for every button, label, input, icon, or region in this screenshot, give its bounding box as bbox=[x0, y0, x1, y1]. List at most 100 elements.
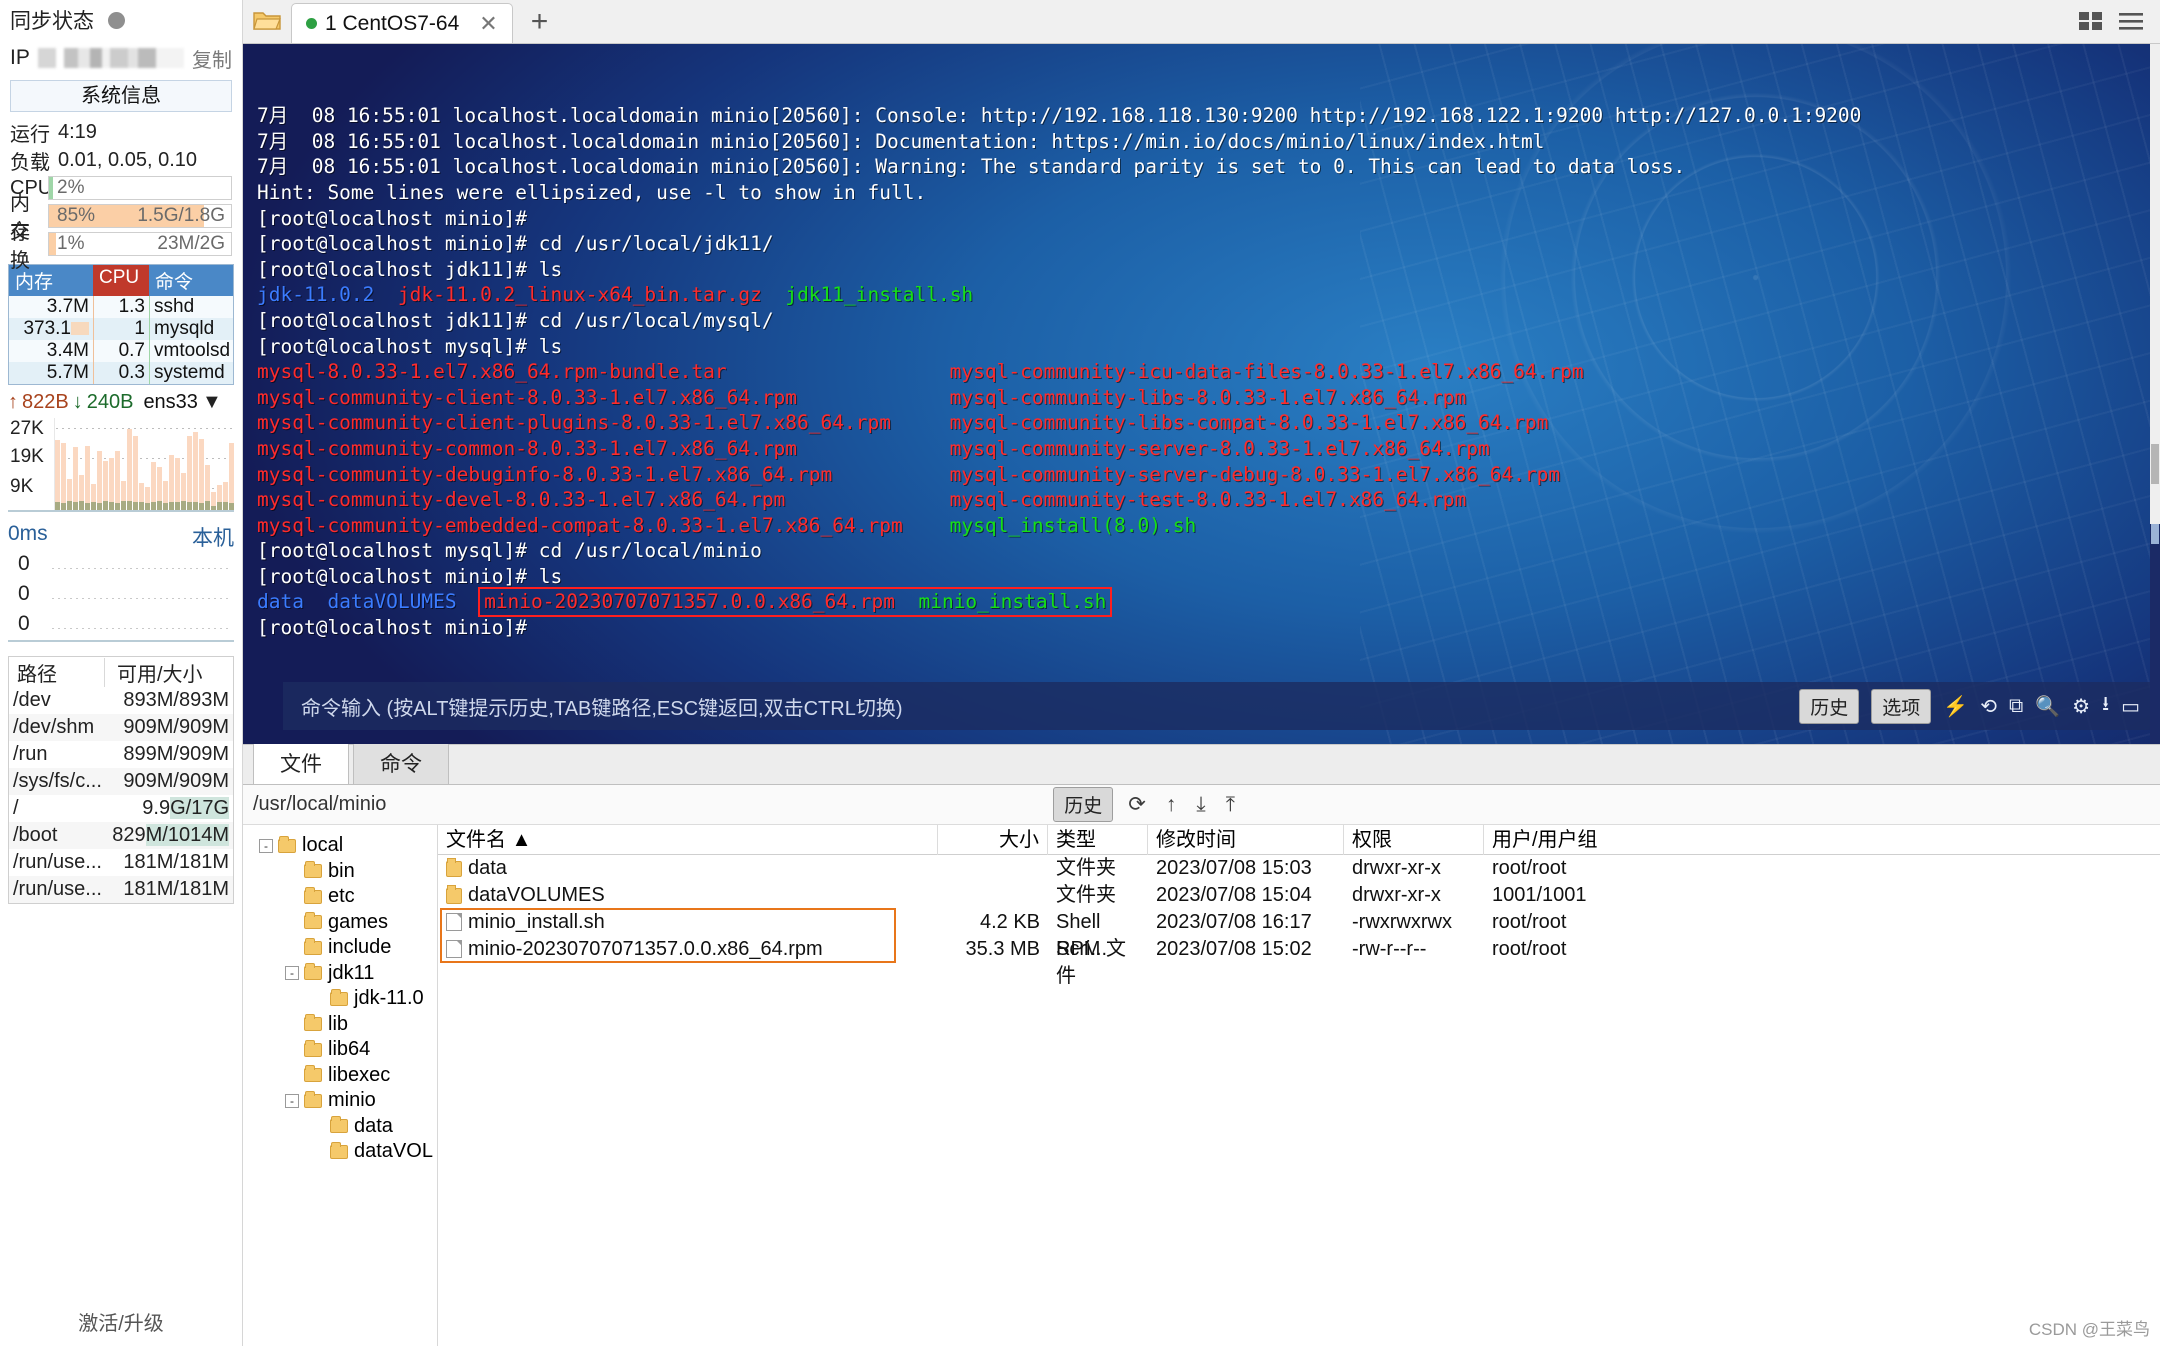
disk-col-size[interactable]: 可用/大小 bbox=[105, 658, 233, 687]
download-icon[interactable]: ⭳ bbox=[2102, 689, 2109, 723]
menu-icon[interactable] bbox=[2118, 10, 2144, 37]
command-input-bar[interactable]: 命令输入 (按ALT键提示历史,TAB键路径,ESC键返回,双击CTRL切换) … bbox=[283, 682, 2150, 730]
tree-toggle-icon[interactable]: - bbox=[285, 966, 299, 981]
history-button[interactable]: 历史 bbox=[1799, 688, 1860, 724]
lightning-icon[interactable]: ⚡ bbox=[1943, 694, 1968, 719]
folder-icon bbox=[304, 1090, 322, 1108]
file-size: 4.2 KB bbox=[979, 911, 1040, 933]
file-row[interactable]: dataVOLUMES 文件夹 2023/07/08 15:04 drwxr-xr-x… bbox=[438, 882, 2160, 909]
close-icon[interactable]: ✕ bbox=[479, 11, 497, 37]
tree-node-jdk-11.0[interactable]: jdk-11.0 bbox=[249, 986, 437, 1012]
grid-view-icon[interactable] bbox=[2078, 10, 2104, 37]
current-path[interactable]: /usr/local/minio bbox=[253, 793, 386, 816]
disk-row[interactable]: /sys/fs/c... 909M/909M bbox=[9, 768, 233, 795]
terminal-line: mysql-community-embedded-compat-8.0.33-1… bbox=[257, 513, 2160, 539]
file-owner: 1001/1001 bbox=[1492, 884, 1587, 906]
file-row[interactable]: data 文件夹 2023/07/08 15:03 drwxr-xr-x root/ro… bbox=[438, 855, 2160, 882]
disk-row[interactable]: /boot 829M/1014M bbox=[9, 822, 233, 849]
system-info-button[interactable]: 系统信息 bbox=[10, 80, 232, 112]
disk-table-header: 路径 可用/大小 bbox=[9, 657, 233, 687]
process-col-cmd[interactable]: 命令 bbox=[149, 265, 233, 296]
tree-toggle-icon[interactable]: - bbox=[285, 1093, 299, 1108]
col-header-filename[interactable]: 文件名 ▲ bbox=[438, 824, 938, 855]
chevron-down-icon[interactable]: ▼ bbox=[202, 391, 222, 414]
tab-files[interactable]: 文件 bbox=[253, 741, 349, 784]
process-row[interactable]: 5.7M 0.3 systemd bbox=[9, 362, 233, 384]
disk-row[interactable]: /run/use... 181M/181M bbox=[9, 876, 233, 903]
process-table: 内存 CPU 命令 3.7M 1.3 sshd 373.1 1 mysqld 3.4M 0.7… bbox=[8, 264, 234, 385]
new-tab-button[interactable]: + bbox=[513, 5, 567, 43]
process-cmd: mysqld bbox=[149, 318, 233, 340]
terminal-text: [root@localhost mysql]# ls bbox=[257, 334, 563, 358]
col-header-owner[interactable]: 用户/用户组 bbox=[1484, 825, 2160, 855]
col-header-permissions[interactable]: 权限 bbox=[1344, 824, 1484, 855]
tree-toggle-icon[interactable]: - bbox=[259, 838, 273, 853]
sync-icon[interactable]: ⟲ bbox=[1980, 694, 1997, 719]
tree-node-include[interactable]: include bbox=[249, 935, 437, 961]
disk-size: 893M/893M bbox=[123, 689, 229, 711]
file-row[interactable]: minio_install.sh 4.2 KB Shell Scri... 2023/… bbox=[438, 909, 2160, 960]
terminal-line: [root@localhost minio]# bbox=[257, 206, 2160, 232]
terminal-panel: 7月 08 16:55:01 localhost.localdomain min… bbox=[243, 44, 2160, 744]
disk-row[interactable]: / 9.9G/17G bbox=[9, 795, 233, 822]
col-header-mtime[interactable]: 修改时间 bbox=[1148, 824, 1344, 855]
tree-node-dataVOL[interactable]: dataVOL bbox=[249, 1139, 437, 1165]
file-mtime: 2023/07/08 15:04 bbox=[1156, 884, 1312, 906]
open-folder-icon[interactable] bbox=[243, 0, 291, 43]
search-icon[interactable]: 🔍 bbox=[2035, 694, 2060, 719]
tree-node-bin[interactable]: bin bbox=[249, 859, 437, 885]
tree-node-lib64[interactable]: lib64 bbox=[249, 1037, 437, 1063]
file-row[interactable]: minio-20230707071357.0.0.x86_64.rpm 35.3 … bbox=[438, 936, 2160, 987]
upload-tray-icon[interactable]: ⤒ bbox=[1221, 793, 1240, 817]
tree-node-etc[interactable]: etc bbox=[249, 884, 437, 910]
process-row[interactable]: 3.7M 1.3 sshd bbox=[9, 296, 233, 318]
tree-node-lib[interactable]: lib bbox=[249, 1012, 437, 1038]
process-col-mem[interactable]: 内存 bbox=[9, 265, 93, 296]
window-icon[interactable]: ▭ bbox=[2121, 694, 2140, 719]
tree-node-jdk11[interactable]: - jdk11 bbox=[249, 961, 437, 987]
disk-row[interactable]: /run/use... 181M/181M bbox=[9, 849, 233, 876]
disk-size: 181M/181M bbox=[123, 878, 229, 900]
terminal-text: mysql-community-debuginfo-8.0.33-1.el7.x… bbox=[257, 462, 833, 486]
tree-node-data[interactable]: data bbox=[249, 1114, 437, 1140]
network-chart-bars bbox=[54, 418, 234, 510]
copy-icon[interactable]: ⧉ bbox=[2009, 695, 2023, 718]
network-bar bbox=[193, 432, 198, 510]
meter-percent: 85% bbox=[57, 205, 96, 226]
meter-percent: 2% bbox=[57, 177, 85, 198]
file-size: 35.3 MB bbox=[965, 938, 1040, 960]
terminal-line: Hint: Some lines were ellipsized, use -l… bbox=[257, 180, 2160, 206]
network-bar bbox=[187, 436, 192, 510]
col-header-size[interactable]: 大小 bbox=[938, 824, 1048, 855]
refresh-icon[interactable]: ⟳ bbox=[1123, 792, 1151, 817]
process-col-cpu[interactable]: CPU bbox=[93, 265, 149, 296]
options-button[interactable]: 选项 bbox=[1871, 688, 1932, 724]
disk-row[interactable]: /run 899M/909M bbox=[9, 741, 233, 768]
download-tray-icon[interactable]: ⤓ bbox=[1191, 793, 1210, 817]
upload-arrow-icon[interactable]: ↑ bbox=[1161, 793, 1182, 817]
activate-upgrade-link[interactable]: 激活/升级 bbox=[0, 1307, 242, 1336]
col-header-type[interactable]: 类型 bbox=[1048, 824, 1148, 855]
terminal-tab[interactable]: 1 CentOS7-64 ✕ bbox=[291, 3, 513, 43]
tree-node-libexec[interactable]: libexec bbox=[249, 1063, 437, 1089]
terminal-text: jdk-11.0.2 bbox=[257, 283, 375, 307]
file-type: RPM 文件 bbox=[1056, 938, 1126, 987]
terminal-text: mysql-community-server-debug-8.0.33-1.el… bbox=[949, 462, 1561, 486]
tree-node-local[interactable]: - local bbox=[249, 833, 437, 859]
disk-row[interactable]: /dev 893M/893M bbox=[9, 687, 233, 714]
gear-icon[interactable]: ⚙ bbox=[2072, 694, 2090, 719]
directory-tree[interactable]: - local bin etc games include - jdk11 jdk-11.0 li… bbox=[243, 825, 438, 1346]
process-row[interactable]: 373.1 1 mysqld bbox=[9, 318, 233, 340]
file-history-button[interactable]: 历史 bbox=[1053, 787, 1114, 822]
file-panel: 文件 命令 /usr/local/minio 历史 ⟳ ↑ ⤓ ⤒ - local… bbox=[243, 741, 2160, 1346]
terminal-output[interactable]: 7月 08 16:55:01 localhost.localdomain min… bbox=[243, 44, 2160, 744]
ping-host-label[interactable]: 本机 bbox=[192, 522, 234, 552]
tab-commands[interactable]: 命令 bbox=[353, 741, 449, 784]
disk-col-path[interactable]: 路径 bbox=[9, 657, 105, 687]
terminal-text: dataVOLUMES bbox=[327, 590, 457, 614]
disk-row[interactable]: /dev/shm 909M/909M bbox=[9, 714, 233, 741]
tree-node-minio[interactable]: - minio bbox=[249, 1088, 437, 1114]
process-row[interactable]: 3.4M 0.7 vmtoolsd bbox=[9, 340, 233, 362]
tree-node-games[interactable]: games bbox=[249, 910, 437, 936]
copy-ip-button[interactable]: 复制 bbox=[192, 44, 232, 73]
